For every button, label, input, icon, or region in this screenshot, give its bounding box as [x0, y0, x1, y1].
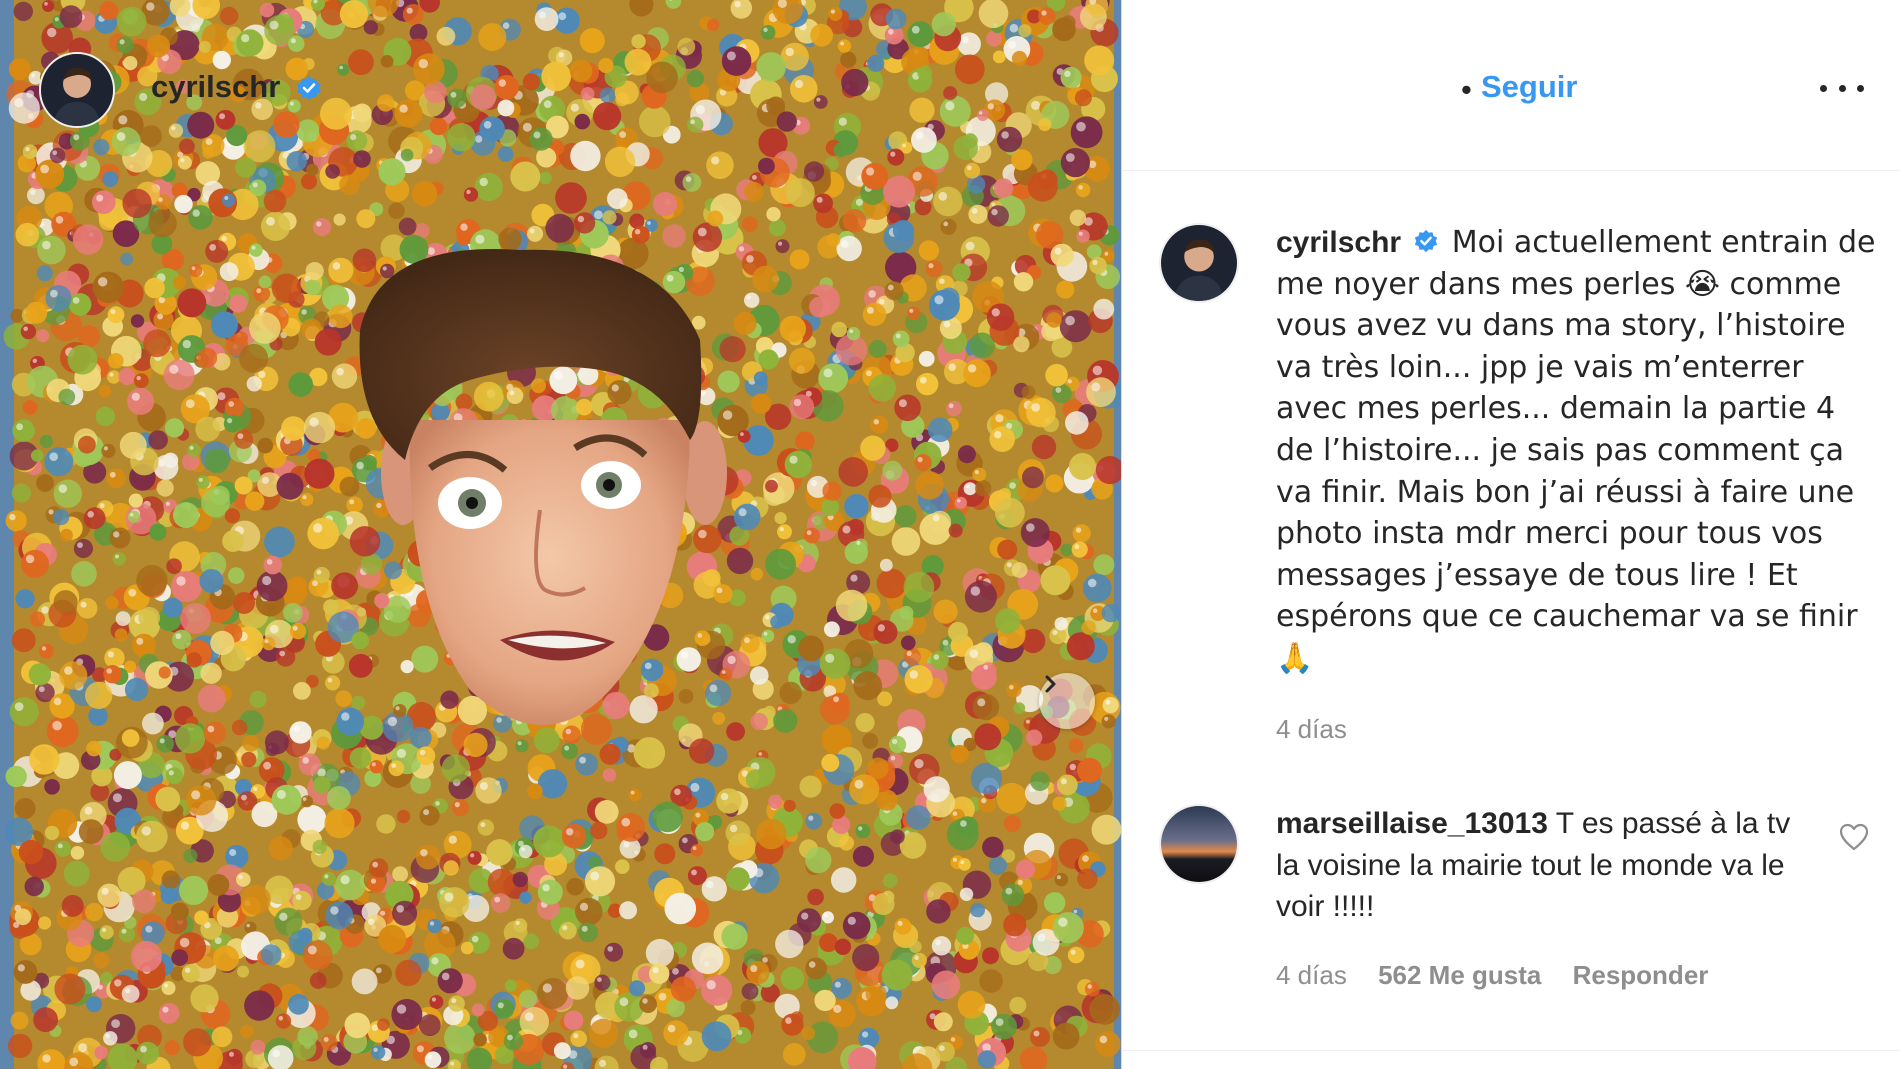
- caption-username[interactable]: cyrilschr: [1276, 226, 1401, 259]
- caption-text: Moi actuellement entrain de me noyer dan…: [1276, 225, 1876, 676]
- verified-badge-icon: [296, 75, 321, 100]
- heart-icon[interactable]: [1839, 823, 1869, 851]
- profile-photo: [41, 54, 113, 126]
- header-avatar[interactable]: [39, 52, 115, 128]
- sunset-profile-photo: [1161, 806, 1237, 882]
- bead-pile-image: [0, 0, 1121, 1069]
- instagram-post-view: cyrilschr • Seguir cyrilschr Moi actuell…: [0, 0, 1900, 1069]
- follow-button[interactable]: Seguir: [1481, 69, 1577, 105]
- comment-likes[interactable]: 562 Me gusta: [1378, 960, 1541, 990]
- chevron-right-icon: [1045, 675, 1056, 693]
- divider: [1121, 1050, 1900, 1051]
- comment-meta: 4 días 562 Me gusta Responder: [1276, 960, 1732, 991]
- header-username[interactable]: cyrilschr: [151, 69, 323, 105]
- comment-body: marseillaise_13013 T es passé à la tv la…: [1276, 803, 1816, 928]
- caption-avatar[interactable]: [1159, 223, 1239, 303]
- header-username-text[interactable]: cyrilschr: [151, 69, 280, 104]
- reply-button[interactable]: Responder: [1573, 960, 1709, 990]
- verified-badge-icon: [1415, 230, 1438, 253]
- next-photo-button[interactable]: [1039, 673, 1095, 729]
- caption-timestamp[interactable]: 4 días: [1276, 714, 1347, 745]
- post-caption: cyrilschr Moi actuellement entrain de me…: [1276, 222, 1876, 680]
- comment-timestamp[interactable]: 4 días: [1276, 960, 1347, 990]
- post-photo[interactable]: [0, 0, 1121, 1069]
- profile-photo: [1161, 225, 1237, 301]
- comment-avatar[interactable]: [1159, 804, 1239, 884]
- more-options-icon[interactable]: [1820, 78, 1864, 98]
- comment-username[interactable]: marseillaise_13013: [1276, 807, 1548, 840]
- separator-dot: •: [1461, 72, 1472, 107]
